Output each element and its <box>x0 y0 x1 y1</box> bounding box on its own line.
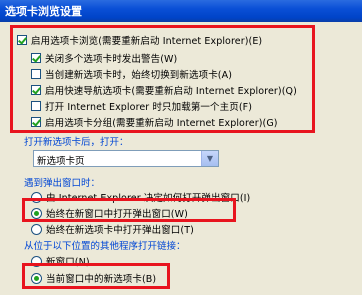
chevron-down-icon: ▼ <box>206 154 214 163</box>
dropdown-button[interactable]: ▼ <box>201 151 218 166</box>
popup-heading: 遇到弹出窗口时： <box>24 178 101 189</box>
new-tab-heading: 打开新选项卡后，打开： <box>24 137 129 148</box>
radio-circle[interactable] <box>31 223 42 235</box>
new-tab-dropdown-value: 新选项卡页 <box>37 156 85 167</box>
highlight-box-popup-new-window <box>22 198 236 222</box>
title-bar: 选项卡浏览设置 <box>0 0 362 22</box>
window-title: 选项卡浏览设置 <box>5 5 82 18</box>
highlight-box-tab-options <box>10 25 315 133</box>
popup-new-tab-radio[interactable]: 始终在新选项卡中打开弹出窗口(T) <box>31 222 194 236</box>
highlight-box-links-current-tab <box>22 263 170 289</box>
external-links-heading: 从位于以下位置的其他程序打开链接： <box>24 241 186 252</box>
new-tab-dropdown[interactable]: 新选项卡页 ▼ <box>33 150 219 167</box>
popup-new-tab-label: 始终在新选项卡中打开弹出窗口(T) <box>46 225 194 236</box>
